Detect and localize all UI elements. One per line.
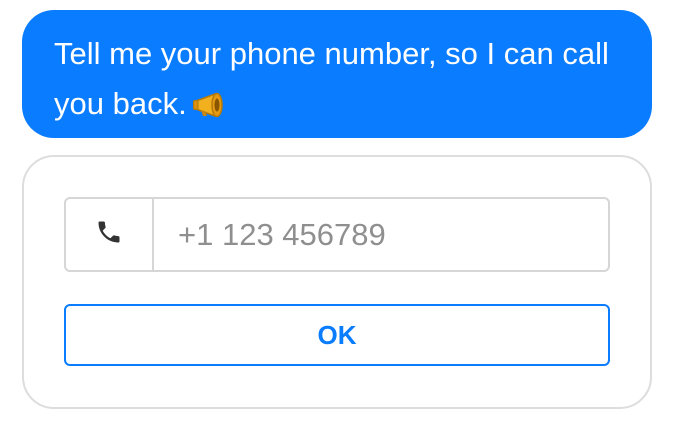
ok-button[interactable]: OK	[64, 304, 610, 366]
megaphone-icon	[192, 83, 227, 133]
phone-form-card	[22, 155, 652, 409]
chat-page: Tell me your phone number, so I can call…	[0, 0, 688, 422]
bot-message-text: Tell me your phone number, so I can call…	[54, 36, 609, 121]
phone-field	[64, 197, 610, 272]
phone-icon	[95, 218, 123, 251]
phone-field-addon	[66, 199, 154, 270]
phone-number-input[interactable]	[154, 199, 608, 270]
bot-message-bubble: Tell me your phone number, so I can call…	[22, 10, 652, 138]
